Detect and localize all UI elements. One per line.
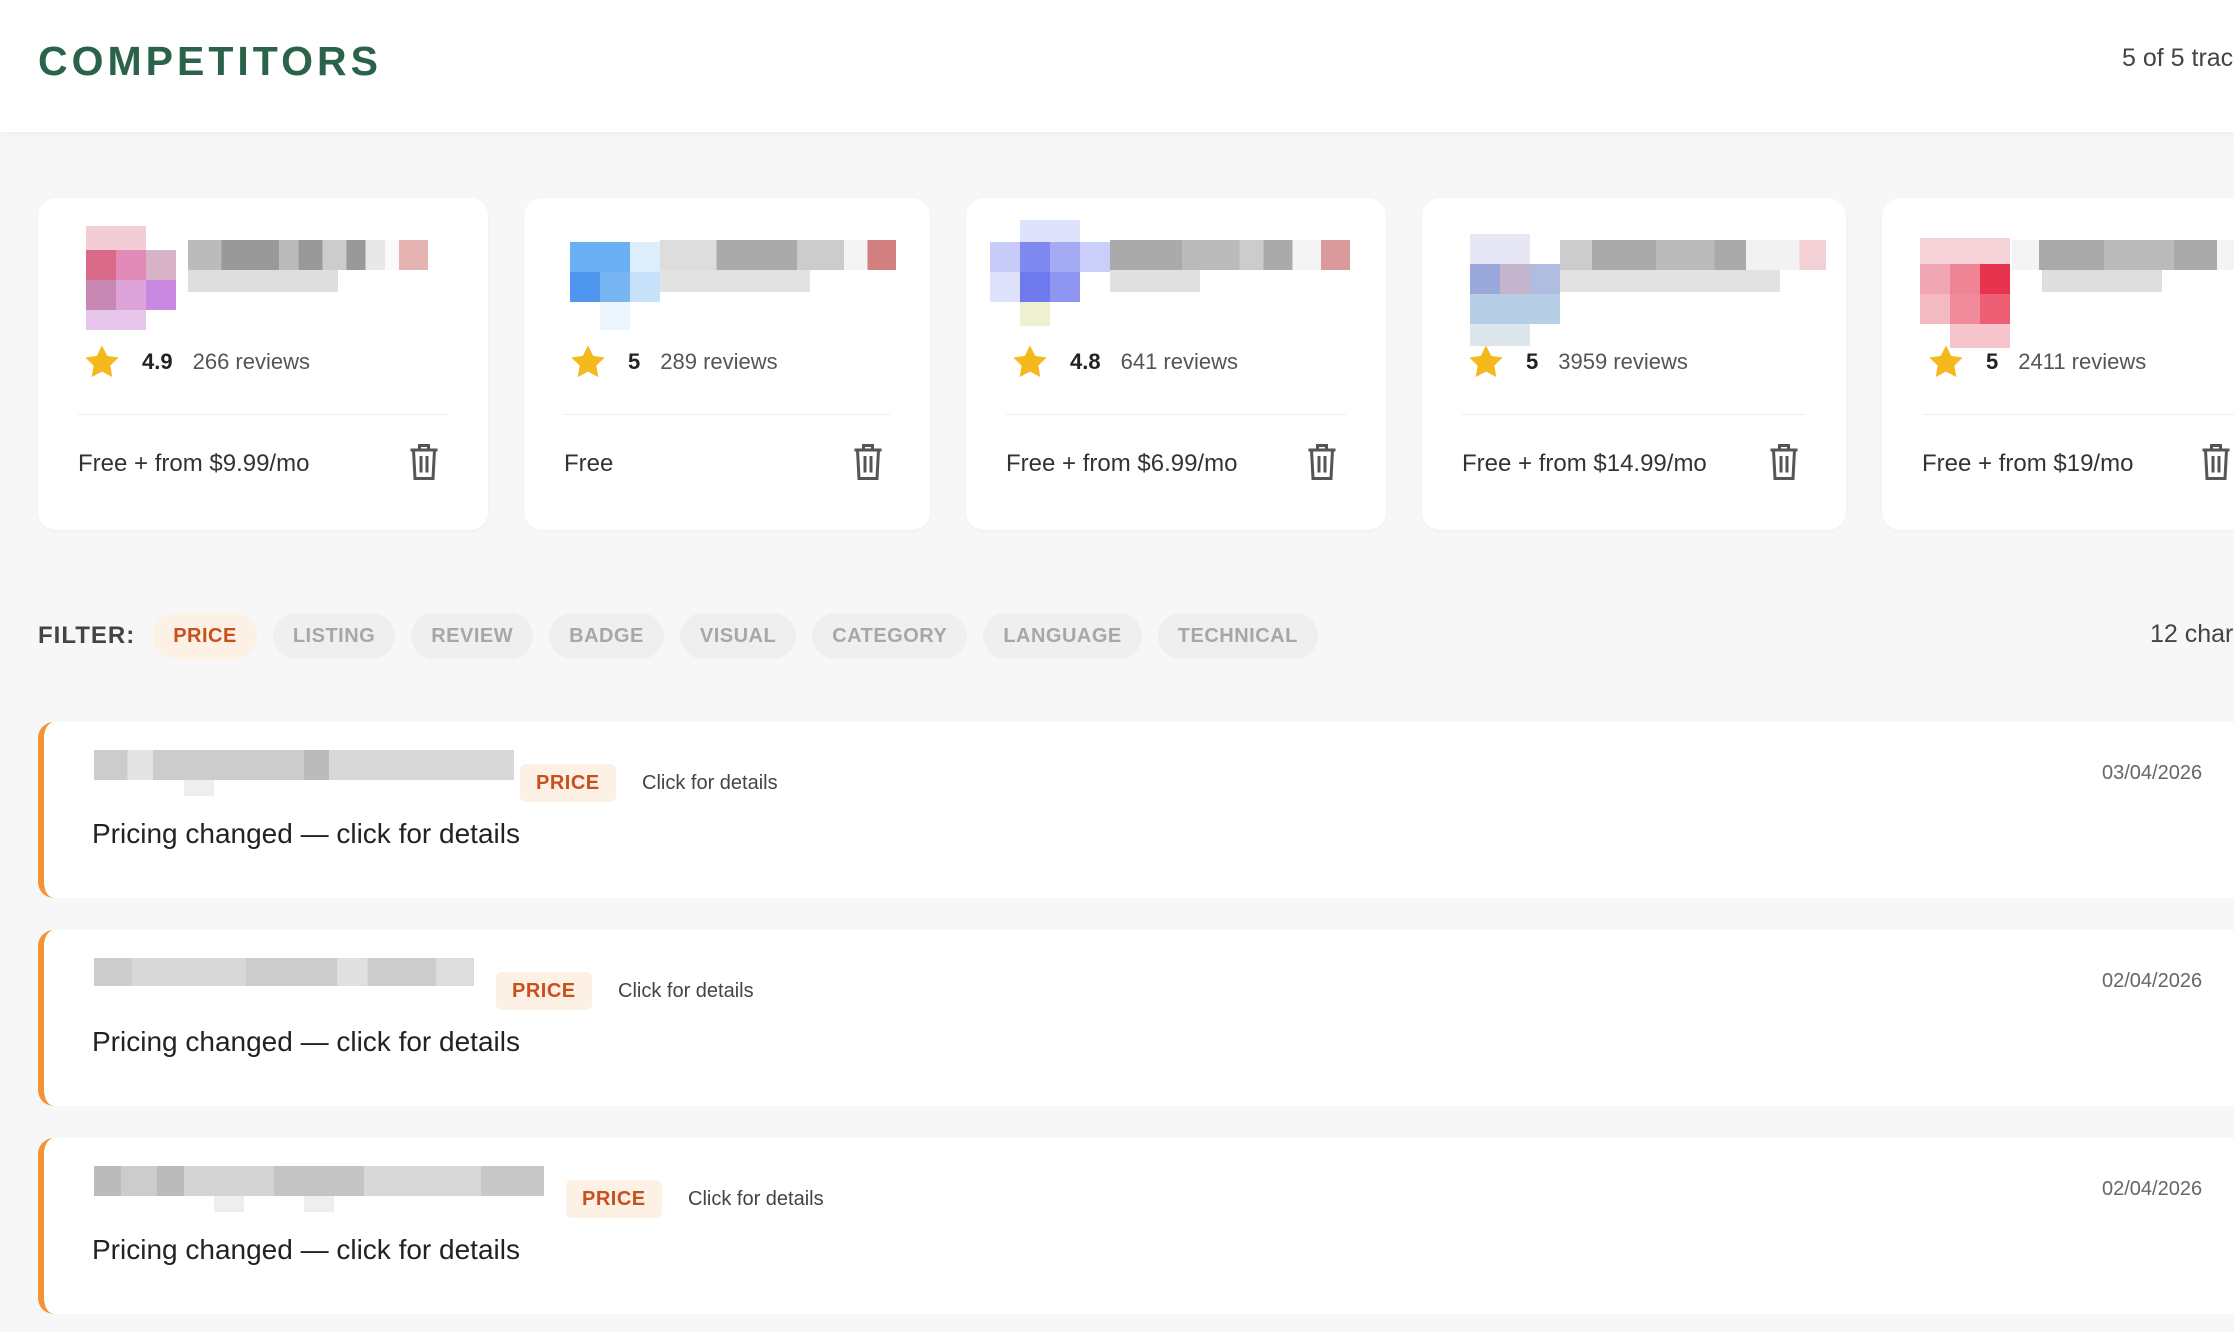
trash-icon[interactable] — [2198, 442, 2234, 482]
change-row[interactable]: PRICE Click for details Pricing changed … — [38, 930, 2234, 1106]
competitor-name-redacted — [94, 750, 514, 800]
change-type-badge: PRICE — [496, 972, 592, 1010]
click-for-details: Click for details — [618, 980, 754, 1002]
competitor-name-redacted — [94, 958, 474, 1008]
competitor-price: Free — [564, 450, 614, 477]
competitor-name-redacted — [94, 1166, 544, 1216]
filter-bar: FILTER: PRICE LISTING REVIEW BADGE VISUA… — [38, 613, 1334, 659]
filter-chip-language[interactable]: LANGUAGE — [983, 613, 1142, 659]
trash-icon[interactable] — [1766, 442, 1802, 482]
competitor-name-redacted — [188, 240, 450, 292]
star-icon — [571, 345, 605, 378]
trash-icon[interactable] — [1304, 442, 1340, 482]
rating-value: 5 — [628, 349, 641, 374]
changes-count: 12 char — [2150, 620, 2234, 648]
filter-chip-listing[interactable]: LISTING — [272, 613, 396, 659]
rating-value: 5 — [1526, 349, 1539, 374]
filter-chip-visual[interactable]: VISUAL — [679, 613, 797, 659]
review-count: 289 reviews — [660, 349, 778, 374]
card-divider — [1922, 414, 2234, 415]
rating-value: 5 — [1986, 349, 1999, 374]
star-icon — [85, 345, 119, 378]
filter-chip-badge[interactable]: BADGE — [549, 613, 664, 659]
filter-chip-category[interactable]: CATEGORY — [812, 613, 968, 659]
review-count: 266 reviews — [192, 349, 310, 374]
competitor-logo — [1470, 220, 1560, 346]
competitor-card[interactable]: 4.8 641 reviews Free + from $6.99/mo — [966, 198, 1386, 530]
competitor-logo — [1920, 220, 2010, 348]
competitor-price: Free + from $19/mo — [1922, 450, 2134, 477]
star-icon — [1929, 345, 1963, 378]
change-type-badge: PRICE — [520, 764, 616, 802]
review-count: 641 reviews — [1120, 349, 1238, 374]
card-divider — [78, 414, 448, 415]
review-count: 3959 reviews — [1558, 349, 1688, 374]
page-header: COMPETITORS 5 of 5 trac — [0, 0, 2234, 132]
trash-icon[interactable] — [850, 442, 886, 482]
trash-icon[interactable] — [406, 442, 442, 482]
competitor-card[interactable]: 4.9 266 reviews Free + from $9.99/mo — [38, 198, 488, 530]
star-icon — [1013, 345, 1047, 378]
change-date: 02/04/2026 — [2102, 1178, 2203, 1200]
competitor-card[interactable]: 5 289 reviews Free — [524, 198, 930, 530]
competitor-card[interactable]: 5 3959 reviews Free + from $14.99/mo — [1422, 198, 1846, 530]
competitor-price: Free + from $14.99/mo — [1462, 450, 1707, 477]
filter-chip-technical[interactable]: TECHNICAL — [1157, 613, 1318, 659]
tracked-count: 5 of 5 trac — [2122, 44, 2234, 72]
star-icon — [1469, 345, 1503, 378]
competitor-name-redacted — [2012, 240, 2234, 292]
competitor-logo — [990, 220, 1110, 330]
rating-value: 4.9 — [142, 349, 173, 374]
competitor-logo — [570, 220, 660, 330]
click-for-details: Click for details — [642, 772, 778, 794]
change-description: Pricing changed — click for details — [92, 818, 520, 849]
competitor-name-redacted — [1110, 240, 1372, 292]
filter-chip-price[interactable]: PRICE — [153, 613, 257, 659]
change-description: Pricing changed — click for details — [92, 1234, 520, 1265]
card-divider — [1006, 414, 1346, 415]
filter-label: FILTER: — [38, 622, 136, 649]
change-row[interactable]: PRICE Click for details Pricing changed … — [38, 1138, 2234, 1314]
page-title: COMPETITORS — [38, 38, 382, 84]
competitor-name-redacted — [660, 240, 900, 292]
competitor-name-redacted — [1560, 240, 1830, 292]
competitor-price: Free + from $9.99/mo — [78, 450, 310, 477]
change-description: Pricing changed — click for details — [92, 1026, 520, 1057]
competitor-price: Free + from $6.99/mo — [1006, 450, 1238, 477]
competitor-card[interactable]: 5 2411 reviews Free + from $19/mo — [1882, 198, 2234, 530]
card-divider — [564, 414, 890, 415]
filter-chip-review[interactable]: REVIEW — [411, 613, 534, 659]
change-row[interactable]: PRICE Click for details Pricing changed … — [38, 722, 2234, 898]
rating-value: 4.8 — [1070, 349, 1101, 374]
change-date: 03/04/2026 — [2102, 762, 2203, 784]
competitor-logo — [86, 220, 176, 330]
click-for-details: Click for details — [688, 1188, 824, 1210]
change-type-badge: PRICE — [566, 1180, 662, 1218]
card-divider — [1462, 414, 1806, 415]
change-date: 02/04/2026 — [2102, 970, 2203, 992]
review-count: 2411 reviews — [2018, 349, 2147, 374]
